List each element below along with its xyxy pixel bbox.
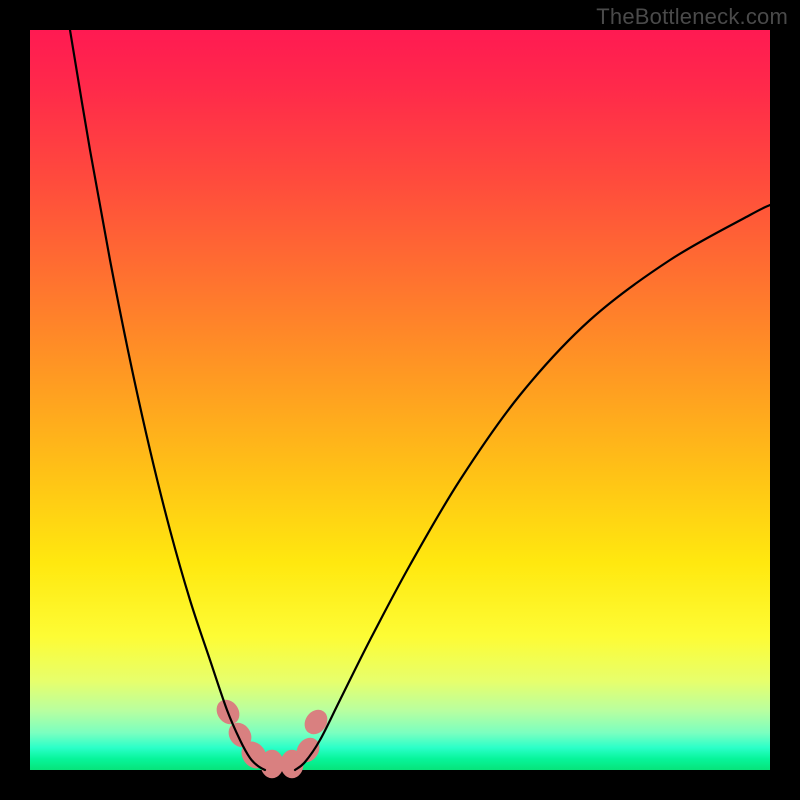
watermark-text: TheBottleneck.com	[596, 4, 788, 30]
valley-marker	[261, 750, 283, 778]
curve-left-branch	[70, 30, 265, 770]
valley-marker	[301, 706, 332, 738]
blobs-layer	[213, 696, 332, 778]
plot-area	[30, 30, 770, 770]
plot-svg	[30, 30, 770, 770]
curve-right-branch	[295, 205, 770, 770]
chart-frame: TheBottleneck.com	[0, 0, 800, 800]
